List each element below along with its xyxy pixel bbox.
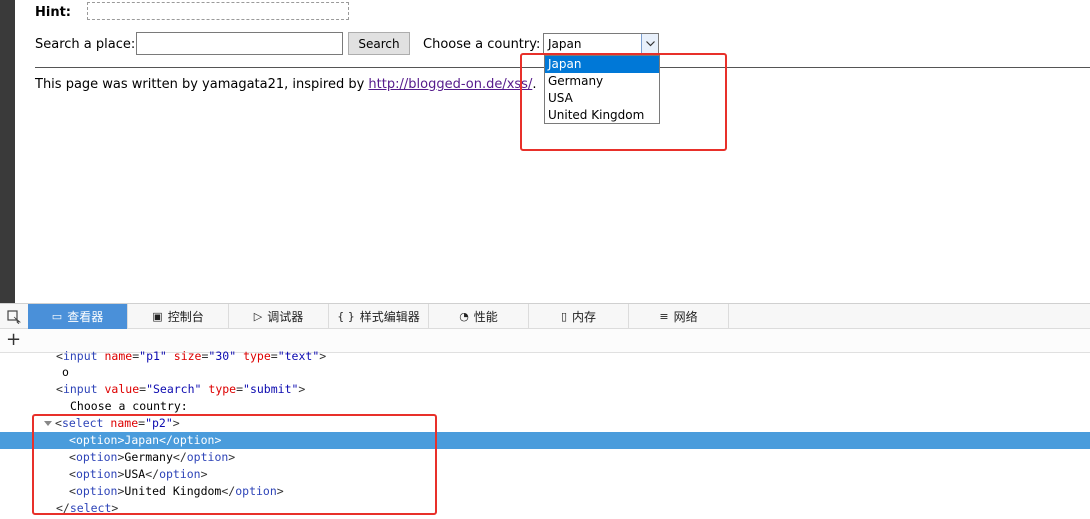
footer-prefix: This page was written by yamagata21, ins…: [35, 77, 369, 92]
tab-inspector-label: 查看器: [67, 310, 104, 324]
markup-line-input-search[interactable]: <input value="Search" type="submit">: [0, 381, 1090, 398]
devtools-toolbar: ▭ 查看器 ▣ 控制台 ▷ 调试器 { } 样式编辑器 ◔ 性能 ▯ 内存 ≡ …: [0, 304, 1090, 329]
markup-line-text-o[interactable]: o: [0, 364, 1090, 381]
performance-icon: ◔: [459, 310, 469, 323]
tab-console[interactable]: ▣ 控制台: [128, 304, 229, 329]
tab-performance-label: 性能: [473, 310, 498, 324]
tab-memory[interactable]: ▯ 内存: [529, 304, 629, 329]
tab-network-label: 网络: [673, 310, 698, 324]
country-option-japan[interactable]: Japan: [545, 56, 659, 73]
tab-style-editor-label: 样式编辑器: [359, 310, 420, 324]
search-label: Search a place:: [35, 37, 136, 52]
web-page: Hint: Search a place: Search Choose a co…: [15, 0, 1090, 303]
chevron-down-icon[interactable]: [641, 34, 658, 53]
footer-suffix: .: [532, 77, 537, 92]
markup-line-option-usa[interactable]: <option>USA</option>: [0, 466, 1090, 483]
element-picker-icon[interactable]: [0, 304, 28, 329]
tab-style-editor[interactable]: { } 样式编辑器: [329, 304, 429, 329]
style-editor-icon: { }: [337, 310, 355, 323]
country-select-value: Japan: [548, 37, 582, 51]
tab-debugger[interactable]: ▷ 调试器: [229, 304, 329, 329]
markup-line-text-choose[interactable]: Choose a country:: [0, 398, 1090, 415]
left-sidebar-edge: [0, 0, 15, 303]
footer-link[interactable]: http://blogged-on.de/xss/: [368, 77, 532, 92]
markup-line-option-japan[interactable]: <option>Japan</option>: [0, 432, 1090, 449]
inspector-icon: ▭: [51, 310, 63, 323]
markup-line-select-close[interactable]: </select>: [0, 500, 1090, 517]
devtools-panel: ▭ 查看器 ▣ 控制台 ▷ 调试器 { } 样式编辑器 ◔ 性能 ▯ 内存 ≡ …: [0, 303, 1090, 518]
markup-view: <input name="p1" size="30" type="text"> …: [0, 349, 1090, 519]
network-icon: ≡: [659, 310, 669, 323]
search-button[interactable]: Search: [348, 32, 410, 55]
markup-line-select[interactable]: <select name="p2">: [0, 415, 1090, 432]
console-icon: ▣: [152, 310, 163, 323]
collapse-triangle-icon[interactable]: [44, 421, 52, 426]
markup-line-option-germany[interactable]: <option>Germany</option>: [0, 449, 1090, 466]
markup-line-input-p1[interactable]: <input name="p1" size="30" type="text">: [0, 348, 1090, 365]
debugger-icon: ▷: [253, 310, 263, 323]
country-option-united-kingdom[interactable]: United Kingdom: [545, 107, 659, 124]
country-label: Choose a country:: [423, 37, 541, 52]
search-input[interactable]: [136, 32, 343, 55]
hint-row: Hint:: [35, 3, 71, 21]
country-option-germany[interactable]: Germany: [545, 73, 659, 90]
country-select[interactable]: Japan: [543, 33, 659, 54]
add-node-icon[interactable]: +: [6, 330, 21, 350]
footer-text: This page was written by yamagata21, ins…: [35, 77, 536, 92]
hint-output-box: [87, 2, 349, 20]
country-dropdown-list: Japan Germany USA United Kingdom: [544, 55, 660, 124]
tab-console-label: 控制台: [167, 310, 204, 324]
memory-icon: ▯: [560, 310, 568, 323]
tab-performance[interactable]: ◔ 性能: [429, 304, 529, 329]
tab-memory-label: 内存: [572, 310, 597, 324]
markup-line-option-uk[interactable]: <option>United Kingdom</option>: [0, 483, 1090, 500]
country-option-usa[interactable]: USA: [545, 90, 659, 107]
tab-network[interactable]: ≡ 网络: [629, 304, 729, 329]
tab-inspector[interactable]: ▭ 查看器: [28, 304, 128, 329]
hint-label: Hint:: [35, 4, 72, 20]
tab-debugger-label: 调试器: [267, 310, 304, 324]
